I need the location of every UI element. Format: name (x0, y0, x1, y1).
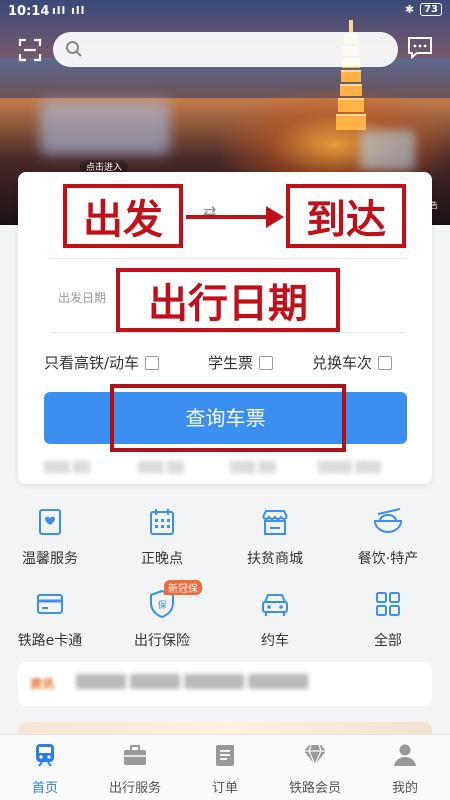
option-high-speed-only[interactable]: 只看高铁/动车 (44, 352, 160, 373)
service-icon (39, 509, 61, 535)
history-item[interactable]: ▒▒▒▒ ▒▒▒ (318, 461, 381, 474)
nav-railway-member[interactable]: 铁路会员 (270, 743, 360, 796)
checkbox[interactable] (259, 355, 274, 370)
status-right: ✱ 73 (405, 3, 442, 16)
service-label: 铁路e卡通 (17, 633, 83, 649)
checkbox[interactable] (145, 355, 160, 370)
shop-icon (262, 510, 288, 535)
option-label: 只看高铁/动车 (44, 354, 140, 372)
car-icon (262, 594, 288, 616)
query-ticket-button[interactable]: 查询车票 (44, 392, 407, 444)
nav-travel-services[interactable]: 出行服务 (90, 743, 180, 796)
history-item[interactable]: ▒▒▒ ▒▒ (230, 461, 276, 474)
divider (50, 258, 406, 259)
scan-icon[interactable] (18, 38, 42, 62)
departure-date-field[interactable]: 出行日期 (116, 268, 340, 332)
hero-blurred-logo (40, 100, 170, 155)
departure-station-field[interactable]: 出发 (63, 184, 183, 248)
nav-label: 首页 (31, 781, 58, 796)
direction-arrow-annotation (186, 206, 284, 228)
nav-label: 铁路会员 (288, 781, 341, 796)
service-insurance[interactable]: 保 新冠保 出行保险 (112, 580, 212, 650)
nav-mine[interactable]: 我的 (360, 743, 450, 796)
option-exchange-train[interactable]: 兑换车次 (312, 352, 393, 373)
service-label: 温馨服务 (22, 551, 78, 567)
news-strip[interactable]: 资讯 ▒▒▒▒▒ ▒▒▒▒▒ ▒▒▒▒▒▒ ▒▒▒▒▒▒ (18, 662, 432, 706)
calendar-icon (150, 509, 174, 535)
option-label: 学生票 (208, 354, 254, 372)
signal-icon: ıll ıll (52, 4, 86, 17)
insurance-badge: 新冠保 (164, 580, 202, 595)
service-all[interactable]: 全部 (338, 588, 438, 650)
ticket-search-card: 出发 ⇄ 到达 出发日期 出行日期 只看高铁/动车 学生票 兑换车次 查询车票 … (18, 172, 432, 484)
nav-orders[interactable]: 订单 (180, 743, 270, 796)
food-bowl-icon (373, 508, 403, 533)
history-item[interactable]: ▒▒▒ ▒▒ (44, 461, 90, 474)
svg-text:保: 保 (157, 599, 166, 611)
option-student-ticket[interactable]: 学生票 (208, 352, 274, 373)
nav-label: 订单 (211, 781, 238, 796)
date-field-label: 出发日期 (58, 291, 107, 305)
nav-home[interactable]: 首页 (0, 743, 90, 796)
bluetooth-icon: ✱ (404, 3, 415, 16)
service-ride-booking[interactable]: 约车 (225, 588, 325, 650)
service-label: 扶贫商城 (247, 551, 303, 567)
battery-icon: 73 (420, 3, 442, 16)
message-icon[interactable] (407, 36, 433, 60)
briefcase-icon (124, 745, 146, 765)
service-warm-service[interactable]: 温馨服务 (0, 506, 100, 568)
nav-label: 我的 (391, 781, 418, 796)
option-label: 兑换车次 (312, 354, 373, 372)
service-label: 全部 (374, 633, 402, 649)
service-label: 出行保险 (134, 633, 190, 649)
card-icon (37, 594, 63, 614)
search-icon (66, 41, 82, 57)
hero-blurred-ad (360, 130, 415, 170)
arrival-station-field[interactable]: 到达 (286, 184, 406, 248)
service-poverty-mall[interactable]: 扶贫商城 (225, 506, 325, 568)
service-ecard[interactable]: 铁路e卡通 (0, 588, 100, 650)
search-bar[interactable] (53, 32, 398, 67)
status-time: 10:14 (8, 4, 50, 19)
order-list-icon (216, 745, 234, 766)
service-punctuality[interactable]: 正晚点 (112, 506, 212, 568)
nav-label: 出行服务 (108, 781, 161, 796)
news-tag: 资讯 (30, 677, 55, 691)
service-label: 正晚点 (141, 551, 183, 567)
status-bar: 10:14 ıll ıll ✱ 73 (0, 0, 450, 24)
news-text: ▒▒▒▒▒ ▒▒▒▒▒ ▒▒▒▒▒▒ ▒▒▒▒▒▒ (76, 675, 309, 690)
history-item[interactable]: ▒▒▒ ▒▒ (138, 461, 184, 474)
service-food[interactable]: 餐饮·特产 (338, 506, 438, 568)
grid-icon (376, 592, 400, 616)
diamond-icon (304, 744, 326, 767)
home-train-icon (36, 744, 54, 767)
user-icon (394, 744, 416, 766)
checkbox[interactable] (378, 355, 393, 370)
bottom-nav: 首页 出行服务 订单 铁路会员 我的 (0, 734, 450, 800)
service-label: 餐饮·特产 (357, 551, 419, 567)
divider (50, 332, 406, 333)
service-label: 约车 (261, 633, 289, 649)
